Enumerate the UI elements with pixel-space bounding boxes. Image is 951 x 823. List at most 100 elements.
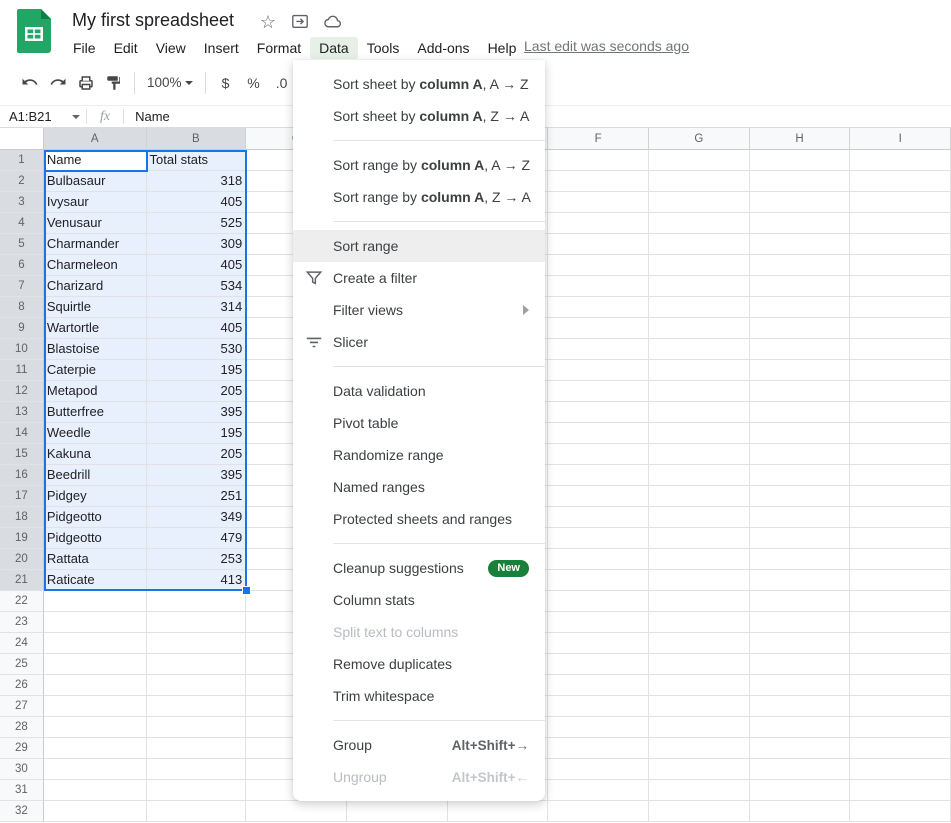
cell-H15[interactable] [750, 444, 851, 465]
cell-B13[interactable]: 395 [147, 402, 247, 423]
menu-item-sort-sheet-za[interactable]: Sort sheet by column A, Z → A [293, 100, 545, 132]
cell-F18[interactable] [548, 507, 649, 528]
row-header-12[interactable]: 12 [0, 381, 44, 402]
cell-A15[interactable]: Kakuna [44, 444, 147, 465]
cell-G26[interactable] [649, 675, 750, 696]
cell-G27[interactable] [649, 696, 750, 717]
cell-F30[interactable] [548, 759, 649, 780]
cell-A12[interactable]: Metapod [44, 381, 147, 402]
cell-H18[interactable] [750, 507, 851, 528]
cell-H10[interactable] [750, 339, 851, 360]
cell-F15[interactable] [548, 444, 649, 465]
cell-F24[interactable] [548, 633, 649, 654]
row-header-5[interactable]: 5 [0, 234, 44, 255]
cell-G9[interactable] [649, 318, 750, 339]
cell-B32[interactable] [147, 801, 247, 822]
cell-A19[interactable]: Pidgeotto [44, 528, 147, 549]
menu-item-create-a-filter[interactable]: Create a filter [293, 262, 545, 294]
menu-item-randomize-range[interactable]: Randomize range [293, 439, 545, 471]
cell-A2[interactable]: Bulbasaur [44, 171, 147, 192]
cell-I27[interactable] [850, 696, 951, 717]
cell-H31[interactable] [750, 780, 851, 801]
menu-item-remove-duplicates[interactable]: Remove duplicates [293, 648, 545, 680]
decrease-decimal-button[interactable]: .0 [268, 69, 296, 97]
cell-A24[interactable] [44, 633, 147, 654]
cell-A3[interactable]: Ivysaur [44, 192, 147, 213]
cell-E32[interactable] [448, 801, 549, 822]
cell-I32[interactable] [850, 801, 951, 822]
cell-G10[interactable] [649, 339, 750, 360]
column-header-b[interactable]: B [147, 128, 247, 150]
cell-H16[interactable] [750, 465, 851, 486]
menu-item-slicer[interactable]: Slicer [293, 326, 545, 358]
cloud-status-icon[interactable] [322, 12, 342, 32]
cell-I8[interactable] [850, 297, 951, 318]
menubar-item-insert[interactable]: Insert [195, 37, 248, 59]
cell-A11[interactable]: Caterpie [44, 360, 147, 381]
sheets-logo-icon[interactable] [17, 9, 51, 53]
cell-B21[interactable]: 413 [147, 570, 247, 591]
cell-G28[interactable] [649, 717, 750, 738]
cell-H1[interactable] [750, 150, 851, 171]
cell-F23[interactable] [548, 612, 649, 633]
cell-B15[interactable]: 205 [147, 444, 247, 465]
cell-H11[interactable] [750, 360, 851, 381]
cell-A31[interactable] [44, 780, 147, 801]
row-header-11[interactable]: 11 [0, 360, 44, 381]
cell-H24[interactable] [750, 633, 851, 654]
cell-F16[interactable] [548, 465, 649, 486]
cell-G2[interactable] [649, 171, 750, 192]
cell-I7[interactable] [850, 276, 951, 297]
cell-B1[interactable]: Total stats [147, 150, 247, 171]
cell-A13[interactable]: Butterfree [44, 402, 147, 423]
cell-G29[interactable] [649, 738, 750, 759]
cell-A20[interactable]: Rattata [44, 549, 147, 570]
cell-B31[interactable] [147, 780, 247, 801]
menu-item-column-stats[interactable]: Column stats [293, 584, 545, 616]
cell-A18[interactable]: Pidgeotto [44, 507, 147, 528]
cell-B4[interactable]: 525 [147, 213, 247, 234]
menu-item-sort-sheet-az[interactable]: Sort sheet by column A, A → Z [293, 68, 545, 100]
cell-H2[interactable] [750, 171, 851, 192]
cell-H27[interactable] [750, 696, 851, 717]
cell-F17[interactable] [548, 486, 649, 507]
row-header-21[interactable]: 21 [0, 570, 44, 591]
cell-I13[interactable] [850, 402, 951, 423]
cell-H12[interactable] [750, 381, 851, 402]
menu-item-pivot-table[interactable]: Pivot table [293, 407, 545, 439]
cell-B29[interactable] [147, 738, 247, 759]
menu-item-data-validation[interactable]: Data validation [293, 375, 545, 407]
cell-I12[interactable] [850, 381, 951, 402]
cell-B7[interactable]: 534 [147, 276, 247, 297]
column-header-i[interactable]: I [850, 128, 951, 150]
cell-B22[interactable] [147, 591, 247, 612]
row-header-14[interactable]: 14 [0, 423, 44, 444]
cell-I16[interactable] [850, 465, 951, 486]
row-header-24[interactable]: 24 [0, 633, 44, 654]
cell-A28[interactable] [44, 717, 147, 738]
cell-H32[interactable] [750, 801, 851, 822]
cell-H22[interactable] [750, 591, 851, 612]
cell-B24[interactable] [147, 633, 247, 654]
cell-F6[interactable] [548, 255, 649, 276]
cell-F31[interactable] [548, 780, 649, 801]
cell-A8[interactable]: Squirtle [44, 297, 147, 318]
cell-F2[interactable] [548, 171, 649, 192]
cell-I31[interactable] [850, 780, 951, 801]
row-header-15[interactable]: 15 [0, 444, 44, 465]
cell-C32[interactable] [246, 801, 347, 822]
menu-item-filter-views[interactable]: Filter views [293, 294, 545, 326]
cell-H14[interactable] [750, 423, 851, 444]
menu-item-sort-range-az[interactable]: Sort range by column A, A → Z [293, 149, 545, 181]
cell-I25[interactable] [850, 654, 951, 675]
cell-H30[interactable] [750, 759, 851, 780]
cell-F28[interactable] [548, 717, 649, 738]
row-header-22[interactable]: 22 [0, 591, 44, 612]
select-all-corner[interactable] [0, 128, 44, 150]
cell-A9[interactable]: Wartortle [44, 318, 147, 339]
cell-I21[interactable] [850, 570, 951, 591]
column-header-a[interactable]: A [44, 128, 147, 150]
move-folder-icon[interactable] [290, 12, 310, 32]
cell-I20[interactable] [850, 549, 951, 570]
cell-H23[interactable] [750, 612, 851, 633]
